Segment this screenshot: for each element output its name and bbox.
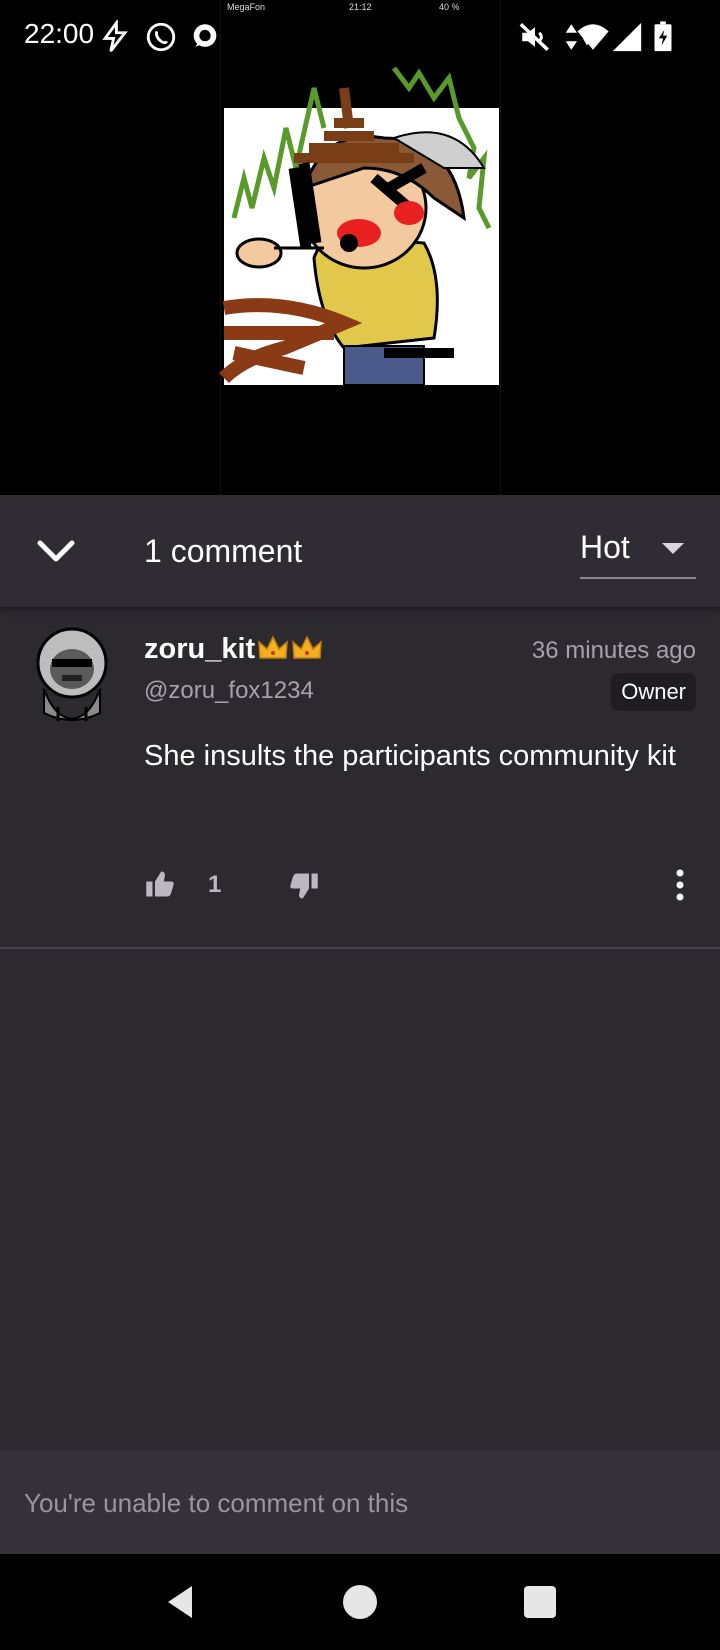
comment-username[interactable]: zoru_kit xyxy=(144,633,323,666)
thumbs-down-icon[interactable] xyxy=(288,871,320,901)
comment-item: zoru_kit @zoru_fox1234 36 minutes ago Ow… xyxy=(0,607,720,949)
home-icon[interactable] xyxy=(340,1582,380,1622)
system-nav-bar xyxy=(0,1554,720,1650)
more-options-icon[interactable] xyxy=(668,867,692,903)
chat-bubble-icon xyxy=(193,24,217,47)
collapse-chevron-down-icon[interactable] xyxy=(30,525,82,577)
comments-header: 1 comment Hot xyxy=(0,495,720,607)
embedded-carrier: MegaFon xyxy=(227,2,266,12)
media-viewer: 22:00 MegaFon 21:12 40 % xyxy=(0,0,720,495)
wifi-icon xyxy=(577,24,609,50)
embedded-time: 21:12 xyxy=(349,2,372,12)
comment-count: 1 comment xyxy=(144,533,303,569)
crown-icon xyxy=(258,635,289,659)
embedded-screenshot[interactable]: MegaFon 21:12 40 % xyxy=(219,0,501,495)
recents-icon[interactable] xyxy=(520,1582,560,1622)
sort-dropdown[interactable]: Hot xyxy=(580,521,696,579)
like-count: 1 xyxy=(208,871,222,898)
avatar[interactable] xyxy=(34,627,110,723)
comment-disabled-message: You're unable to comment on this xyxy=(24,1488,409,1518)
owner-badge: Owner xyxy=(611,673,696,711)
flash-icon xyxy=(102,20,128,53)
comment-body: She insults the participants community k… xyxy=(144,740,676,772)
sort-value: Hot xyxy=(580,529,630,565)
whatsapp-icon xyxy=(146,22,176,52)
status-time: 22:00 xyxy=(24,18,95,49)
embedded-battery: 40 % xyxy=(439,2,460,12)
caret-down-icon xyxy=(662,543,684,554)
comment-timestamp: 36 minutes ago xyxy=(531,637,696,664)
crown-icon xyxy=(292,635,323,659)
mute-icon xyxy=(519,22,549,52)
signal-icon xyxy=(612,22,642,52)
thumbs-up-icon[interactable] xyxy=(144,869,176,899)
artwork-image xyxy=(219,66,499,386)
username-text: zoru_kit xyxy=(144,633,256,665)
battery-charging-icon xyxy=(654,21,672,52)
comment-disabled-bar: You're unable to comment on this xyxy=(0,1450,720,1554)
back-icon[interactable] xyxy=(160,1582,200,1622)
embedded-status-bar: MegaFon 21:12 40 % xyxy=(221,0,500,14)
comment-handle: @zoru_fox1234 xyxy=(144,677,314,704)
